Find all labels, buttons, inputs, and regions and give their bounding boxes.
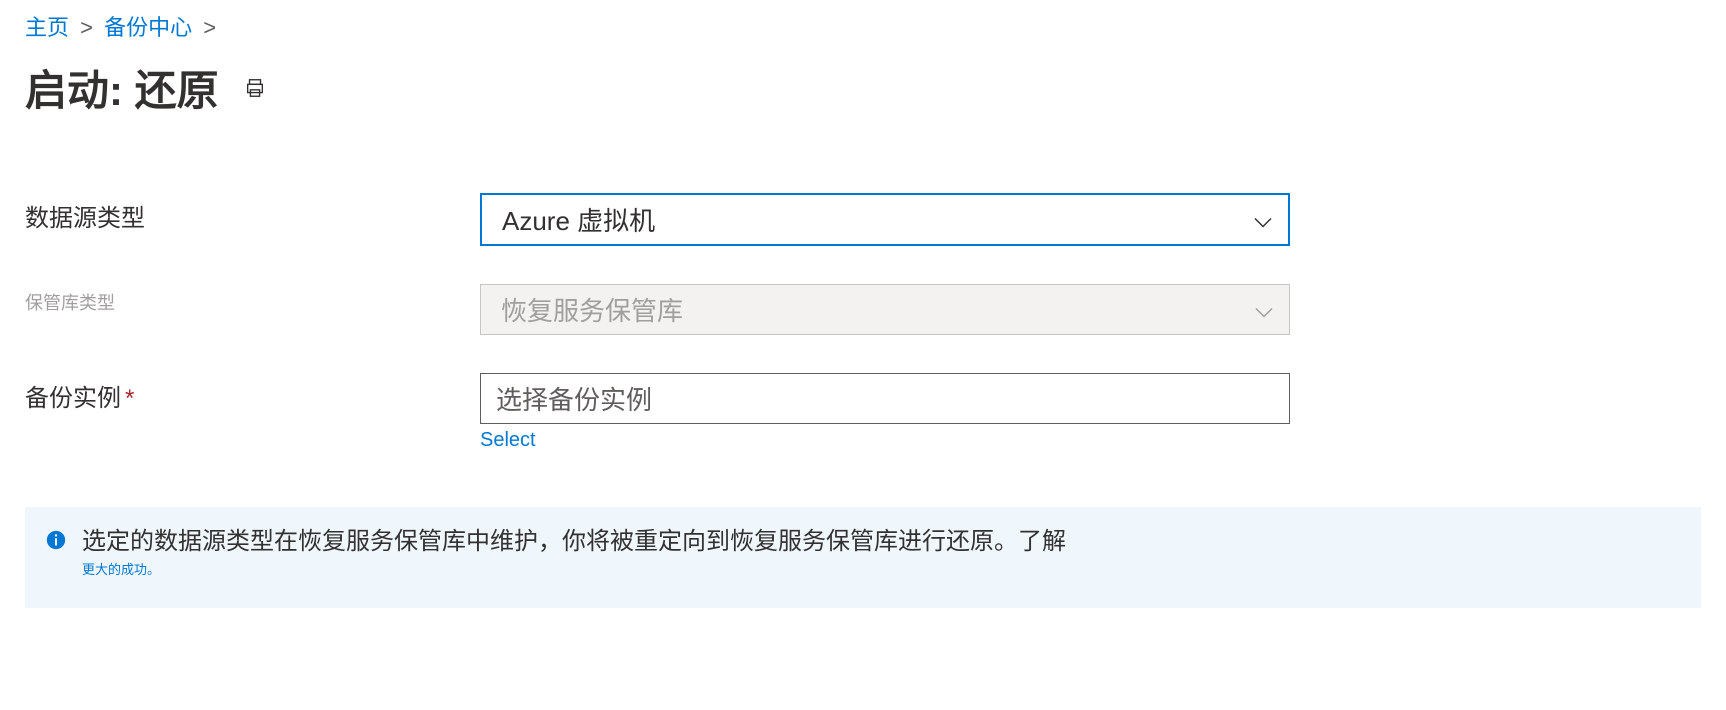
chevron-down-icon	[1254, 294, 1274, 325]
label-datasource-type: 数据源类型	[25, 193, 480, 233]
row-vault-type: 保管库类型 恢复服务保管库	[25, 284, 1701, 335]
select-vault-type: 恢复服务保管库	[480, 284, 1290, 335]
select-datasource-value: Azure 虚拟机	[502, 206, 655, 236]
breadcrumb: 主页 > 备份中心 >	[25, 10, 1701, 42]
info-box: 选定的数据源类型在恢复服务保管库中维护，你将被重定向到恢复服务保管库进行还原。了…	[25, 507, 1701, 608]
info-content: 选定的数据源类型在恢复服务保管库中维护，你将被重定向到恢复服务保管库进行还原。了…	[82, 525, 1066, 578]
breadcrumb-backup-center[interactable]: 备份中心	[104, 15, 192, 40]
info-icon	[45, 529, 67, 551]
breadcrumb-separator: >	[203, 15, 216, 40]
label-vault-type: 保管库类型	[25, 284, 480, 315]
info-learn-more-link[interactable]: 更大的成功。	[82, 559, 1066, 578]
page-title: 启动: 还原	[25, 57, 219, 118]
form-area: 数据源类型 Azure 虚拟机 保管库类型 恢复服务保管库 备份实例*	[25, 193, 1701, 452]
chevron-down-icon	[1253, 204, 1273, 235]
title-row: 启动: 还原	[25, 57, 1701, 118]
print-icon[interactable]	[244, 77, 266, 99]
info-message: 选定的数据源类型在恢复服务保管库中维护，你将被重定向到恢复服务保管库进行还原。了…	[82, 525, 1066, 559]
select-instance-link[interactable]: Select	[480, 429, 536, 452]
input-backup-instance[interactable]: 选择备份实例	[480, 373, 1290, 424]
breadcrumb-separator: >	[80, 15, 93, 40]
row-backup-instance: 备份实例* 选择备份实例 Select	[25, 373, 1701, 452]
select-vault-value: 恢复服务保管库	[501, 296, 683, 326]
required-asterisk: *	[125, 385, 134, 412]
select-datasource-type[interactable]: Azure 虚拟机	[480, 193, 1290, 246]
row-datasource-type: 数据源类型 Azure 虚拟机	[25, 193, 1701, 246]
label-backup-instance: 备份实例*	[25, 373, 480, 413]
label-backup-instance-text: 备份实例	[25, 385, 121, 412]
breadcrumb-home[interactable]: 主页	[25, 15, 69, 40]
